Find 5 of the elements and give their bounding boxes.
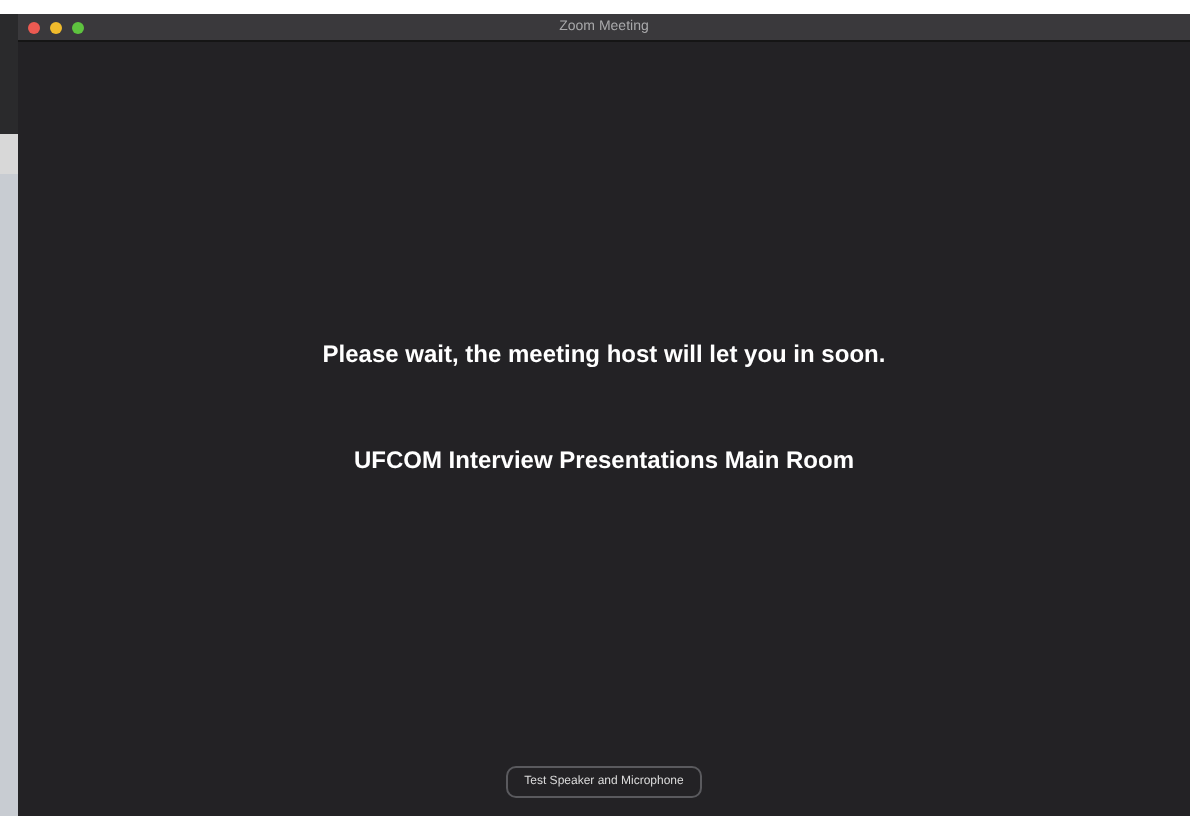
- close-icon[interactable]: [28, 21, 40, 33]
- zoom-icon[interactable]: [72, 21, 84, 33]
- meeting-name: UFCOM Interview Presentations Main Room: [353, 446, 855, 474]
- minimize-icon[interactable]: [50, 21, 62, 33]
- waiting-message: Please wait, the meeting host will let you in soon.: [322, 340, 886, 368]
